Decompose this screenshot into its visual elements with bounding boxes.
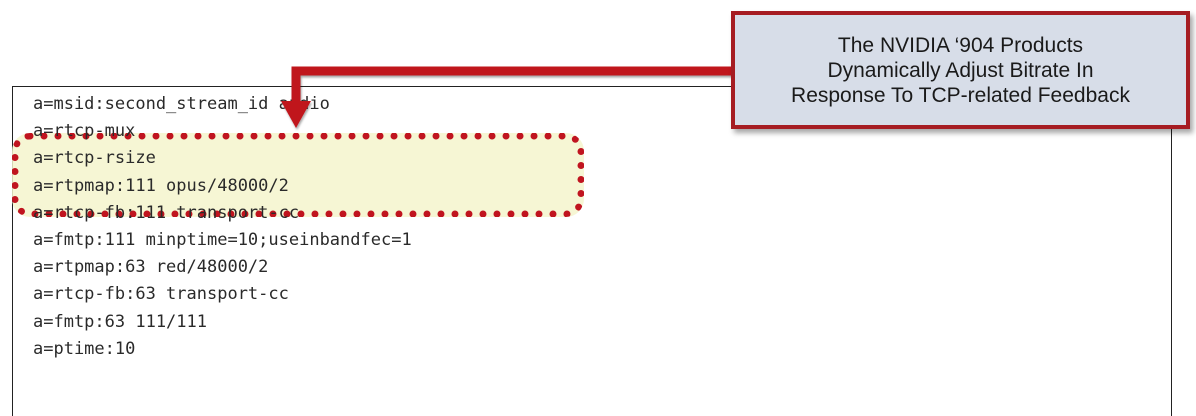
callout-text: The NVIDIA ‘904 Products Dynamically Adj…	[791, 33, 1130, 107]
code-line: a=msid:second_stream_id audio	[33, 94, 330, 114]
code-line: a=rtpmap:111 opus/48000/2	[33, 175, 289, 196]
callout-box: The NVIDIA ‘904 Products Dynamically Adj…	[731, 11, 1190, 129]
code-line: a=ptime:10	[33, 338, 136, 359]
code-line: a=rtpmap:63 red/48000/2	[33, 257, 269, 278]
code-line: a=fmtp:63 111/111	[33, 311, 207, 332]
code-line: a=rtcp-fb:63 transport-cc	[33, 284, 289, 305]
code-line: a=rtcp-mux	[33, 121, 136, 142]
code-line: a=rtcp-fb:111 transport-cc	[33, 202, 300, 223]
code-line: a=fmtp:111 minptime=10;useinbandfec=1	[33, 229, 412, 250]
code-line: a=rtcp-rsize	[33, 148, 156, 169]
code-listing: a=msid:second_stream_id audio a=rtcp-mux…	[33, 91, 412, 363]
